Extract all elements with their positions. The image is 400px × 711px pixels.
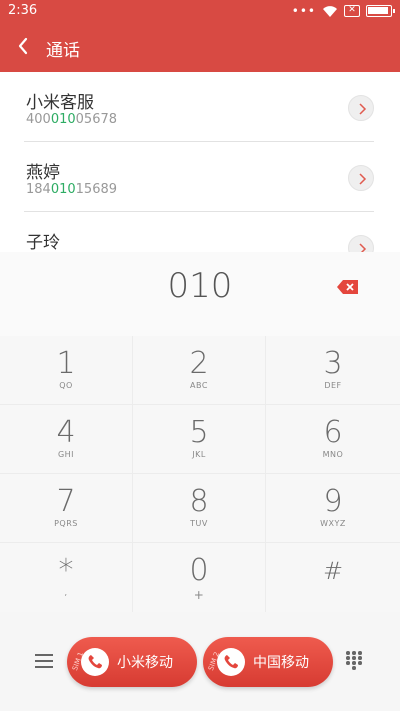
contact-name: 小米客服: [26, 93, 94, 113]
status-bar: 2:36 ••• ✕: [0, 0, 400, 24]
status-time: 2:36: [8, 3, 38, 18]
keypad-toggle-icon[interactable]: [346, 651, 364, 671]
phone-icon: [217, 648, 245, 676]
key-0[interactable]: 0 +: [133, 543, 266, 612]
contact-name: 子玲: [26, 233, 60, 253]
call-sim2-button[interactable]: SIM 2 中国移动: [203, 637, 333, 687]
battery-icon: [366, 5, 395, 17]
chevron-right-icon: [359, 173, 367, 185]
key-star[interactable]: *,: [0, 543, 133, 612]
back-arrow-icon[interactable]: [12, 34, 36, 58]
key-5[interactable]: 5 JKL: [133, 405, 266, 474]
more-dots-icon: •••: [291, 4, 316, 18]
call-sim1-button[interactable]: SIM 1 小米移动: [67, 637, 197, 687]
app-header: 2:36 ••• ✕ 通话: [0, 0, 400, 72]
key-hash[interactable]: #: [266, 543, 400, 612]
contact-detail-button[interactable]: [348, 165, 374, 191]
key-2[interactable]: 2 ABC: [133, 336, 266, 405]
no-sim-icon: ✕: [344, 5, 360, 17]
dial-input-row: 010: [0, 252, 400, 336]
phone-icon: [81, 648, 109, 676]
page-title: 通话: [46, 41, 80, 61]
voicemail-icon: QO: [59, 381, 73, 390]
sim1-carrier-label: 小米移动: [117, 655, 173, 671]
contact-row[interactable]: 燕婷 18401015689: [0, 142, 400, 212]
wifi-icon: [323, 6, 337, 17]
call-action-bar: SIM 1 小米移动 SIM 2 中国移动: [0, 613, 400, 711]
contact-number: 18401015689: [26, 182, 118, 197]
key-7[interactable]: 7 PQRS: [0, 474, 133, 543]
title-bar: 通话: [0, 24, 400, 72]
key-1[interactable]: 1 QO: [0, 336, 133, 405]
key-6[interactable]: 6 MNO: [266, 405, 400, 474]
key-4[interactable]: 4 GHI: [0, 405, 133, 474]
status-icons: ••• ✕: [291, 4, 395, 18]
key-9[interactable]: 9 WXYZ: [266, 474, 400, 543]
menu-icon[interactable]: [34, 653, 54, 669]
chevron-right-icon: [359, 103, 367, 115]
contact-number: 40001005678: [26, 112, 118, 127]
key-3[interactable]: 3 DEF: [266, 336, 400, 405]
key-8[interactable]: 8 TUV: [133, 474, 266, 543]
contact-name: 燕婷: [26, 163, 60, 183]
contact-row[interactable]: 小米客服 40001005678: [0, 72, 400, 142]
contact-detail-button[interactable]: [348, 95, 374, 121]
keypad: 1 QO 2 ABC 3 DEF 4 GHI 5 JKL 6 MNO 7 PQRS 8 TUV …: [0, 336, 400, 612]
sim2-carrier-label: 中国移动: [253, 655, 309, 671]
backspace-icon[interactable]: [336, 278, 360, 296]
